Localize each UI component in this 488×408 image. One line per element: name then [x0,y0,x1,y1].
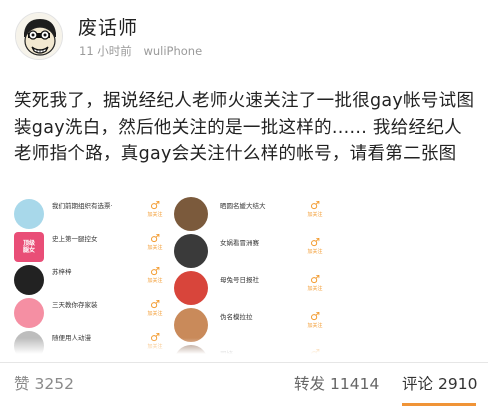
add-user-icon: ♂ [310,310,320,323]
row-follow-button: ♂加关注 [304,274,326,296]
follow-label: 加关注 [147,212,163,218]
embed-fade [14,338,474,354]
comment-count: 2910 [438,375,478,393]
row-follow-button: ♂加关注 [304,311,326,333]
row-follow-button: ♂加关注 [304,237,326,259]
add-user-icon: ♂ [310,273,320,286]
follow-label: 加关注 [147,311,163,317]
like-count: 3252 [34,375,74,393]
repost-count: 11414 [330,375,380,393]
row-name: 苏梓梓 [52,268,72,276]
avatar[interactable] [15,12,63,60]
post-header: 废话师 11 小时前 wuliPhone [0,0,488,70]
row-name: 三天教你存家装 [52,301,98,309]
row-name: 母兔号日报社 [220,276,259,284]
row-follow-button: ♂加关注 [144,200,166,222]
comment-label: 评论 [402,375,434,393]
follow-label: 加关注 [307,249,323,255]
row-follow-button: ♂加关注 [144,266,166,288]
post-meta: 11 小时前 wuliPhone [79,43,210,59]
embedded-list-right: 晒圆名媛大结大 ♂ 加关注 女娲看冒洲赛 ♂ 加关注 母兔号日报社 ♂ 加关注 伪名模拉拉 ♂ 加关注… [174,196,474,354]
cartoon-face-icon [16,13,62,59]
add-user-icon: ♂ [150,265,160,278]
add-user-icon: ♂ [150,232,160,245]
embedded-row: 母兔号日报社 ♂ 加关注 [174,270,474,307]
row-name: 晒圆名媛大结大 [220,202,266,210]
add-user-icon: ♂ [150,298,160,311]
row-name: 我们前期组织有选票· [52,202,113,210]
add-user-icon: ♂ [310,199,320,212]
post-source: wuliPhone [143,44,203,58]
author-name[interactable]: 废话师 [78,13,138,40]
row-avatar [174,308,208,342]
action-bar: 赞 3252 转发 11414 评论 2910 [0,363,488,408]
embedded-row: 晒圆名媛大结大 ♂ 加关注 [174,196,474,233]
follow-label: 加关注 [307,212,323,218]
row-avatar [174,271,208,305]
row-name: 伪名模拉拉 [220,313,253,321]
row-avatar [174,234,208,268]
row-name: 女娲看冒洲赛 [220,239,259,247]
add-user-icon: ♂ [150,199,160,212]
follow-label: 加关注 [147,245,163,251]
badge-text: 顶级 腿女 [22,240,35,254]
like-label: 赞 [14,375,30,393]
add-user-icon: ♂ [310,236,320,249]
comment-tab-indicator [402,403,476,406]
row-avatar [14,298,44,328]
row-follow-button: ♂加关注 [144,233,166,255]
row-follow-button: ♂加关注 [144,299,166,321]
embedded-row: 女娲看冒洲赛 ♂ 加关注 [174,233,474,270]
post-text: 笑死我了，据说经纪人老师火速关注了一批很gay帐号试图装gay洗白，然后他关注的… [14,91,475,164]
comment-tab[interactable]: 评论 2910 [402,363,477,405]
repost-button[interactable]: 转发 11414 [294,363,379,405]
post-time: 11 小时前 [79,44,132,58]
row-avatar [14,199,44,229]
row-avatar [174,197,208,231]
row-avatar: 顶级 腿女 [14,232,44,262]
like-button[interactable]: 赞 3252 [14,363,74,405]
row-avatar [14,265,44,295]
row-follow-button: ♂加关注 [304,200,326,222]
follow-label: 加关注 [307,286,323,292]
follow-label: 加关注 [307,323,323,329]
follow-label: 加关注 [147,278,163,284]
embedded-screenshot[interactable]: 我们前期组织有选票· ♂ 加关注 顶级 腿女 史上第一腿控女 ♂ 加关注 苏梓梓 ♂ 加关注 三天教… [14,196,474,354]
row-name: 史上第一腿控女 [52,235,98,243]
repost-label: 转发 [294,375,326,393]
